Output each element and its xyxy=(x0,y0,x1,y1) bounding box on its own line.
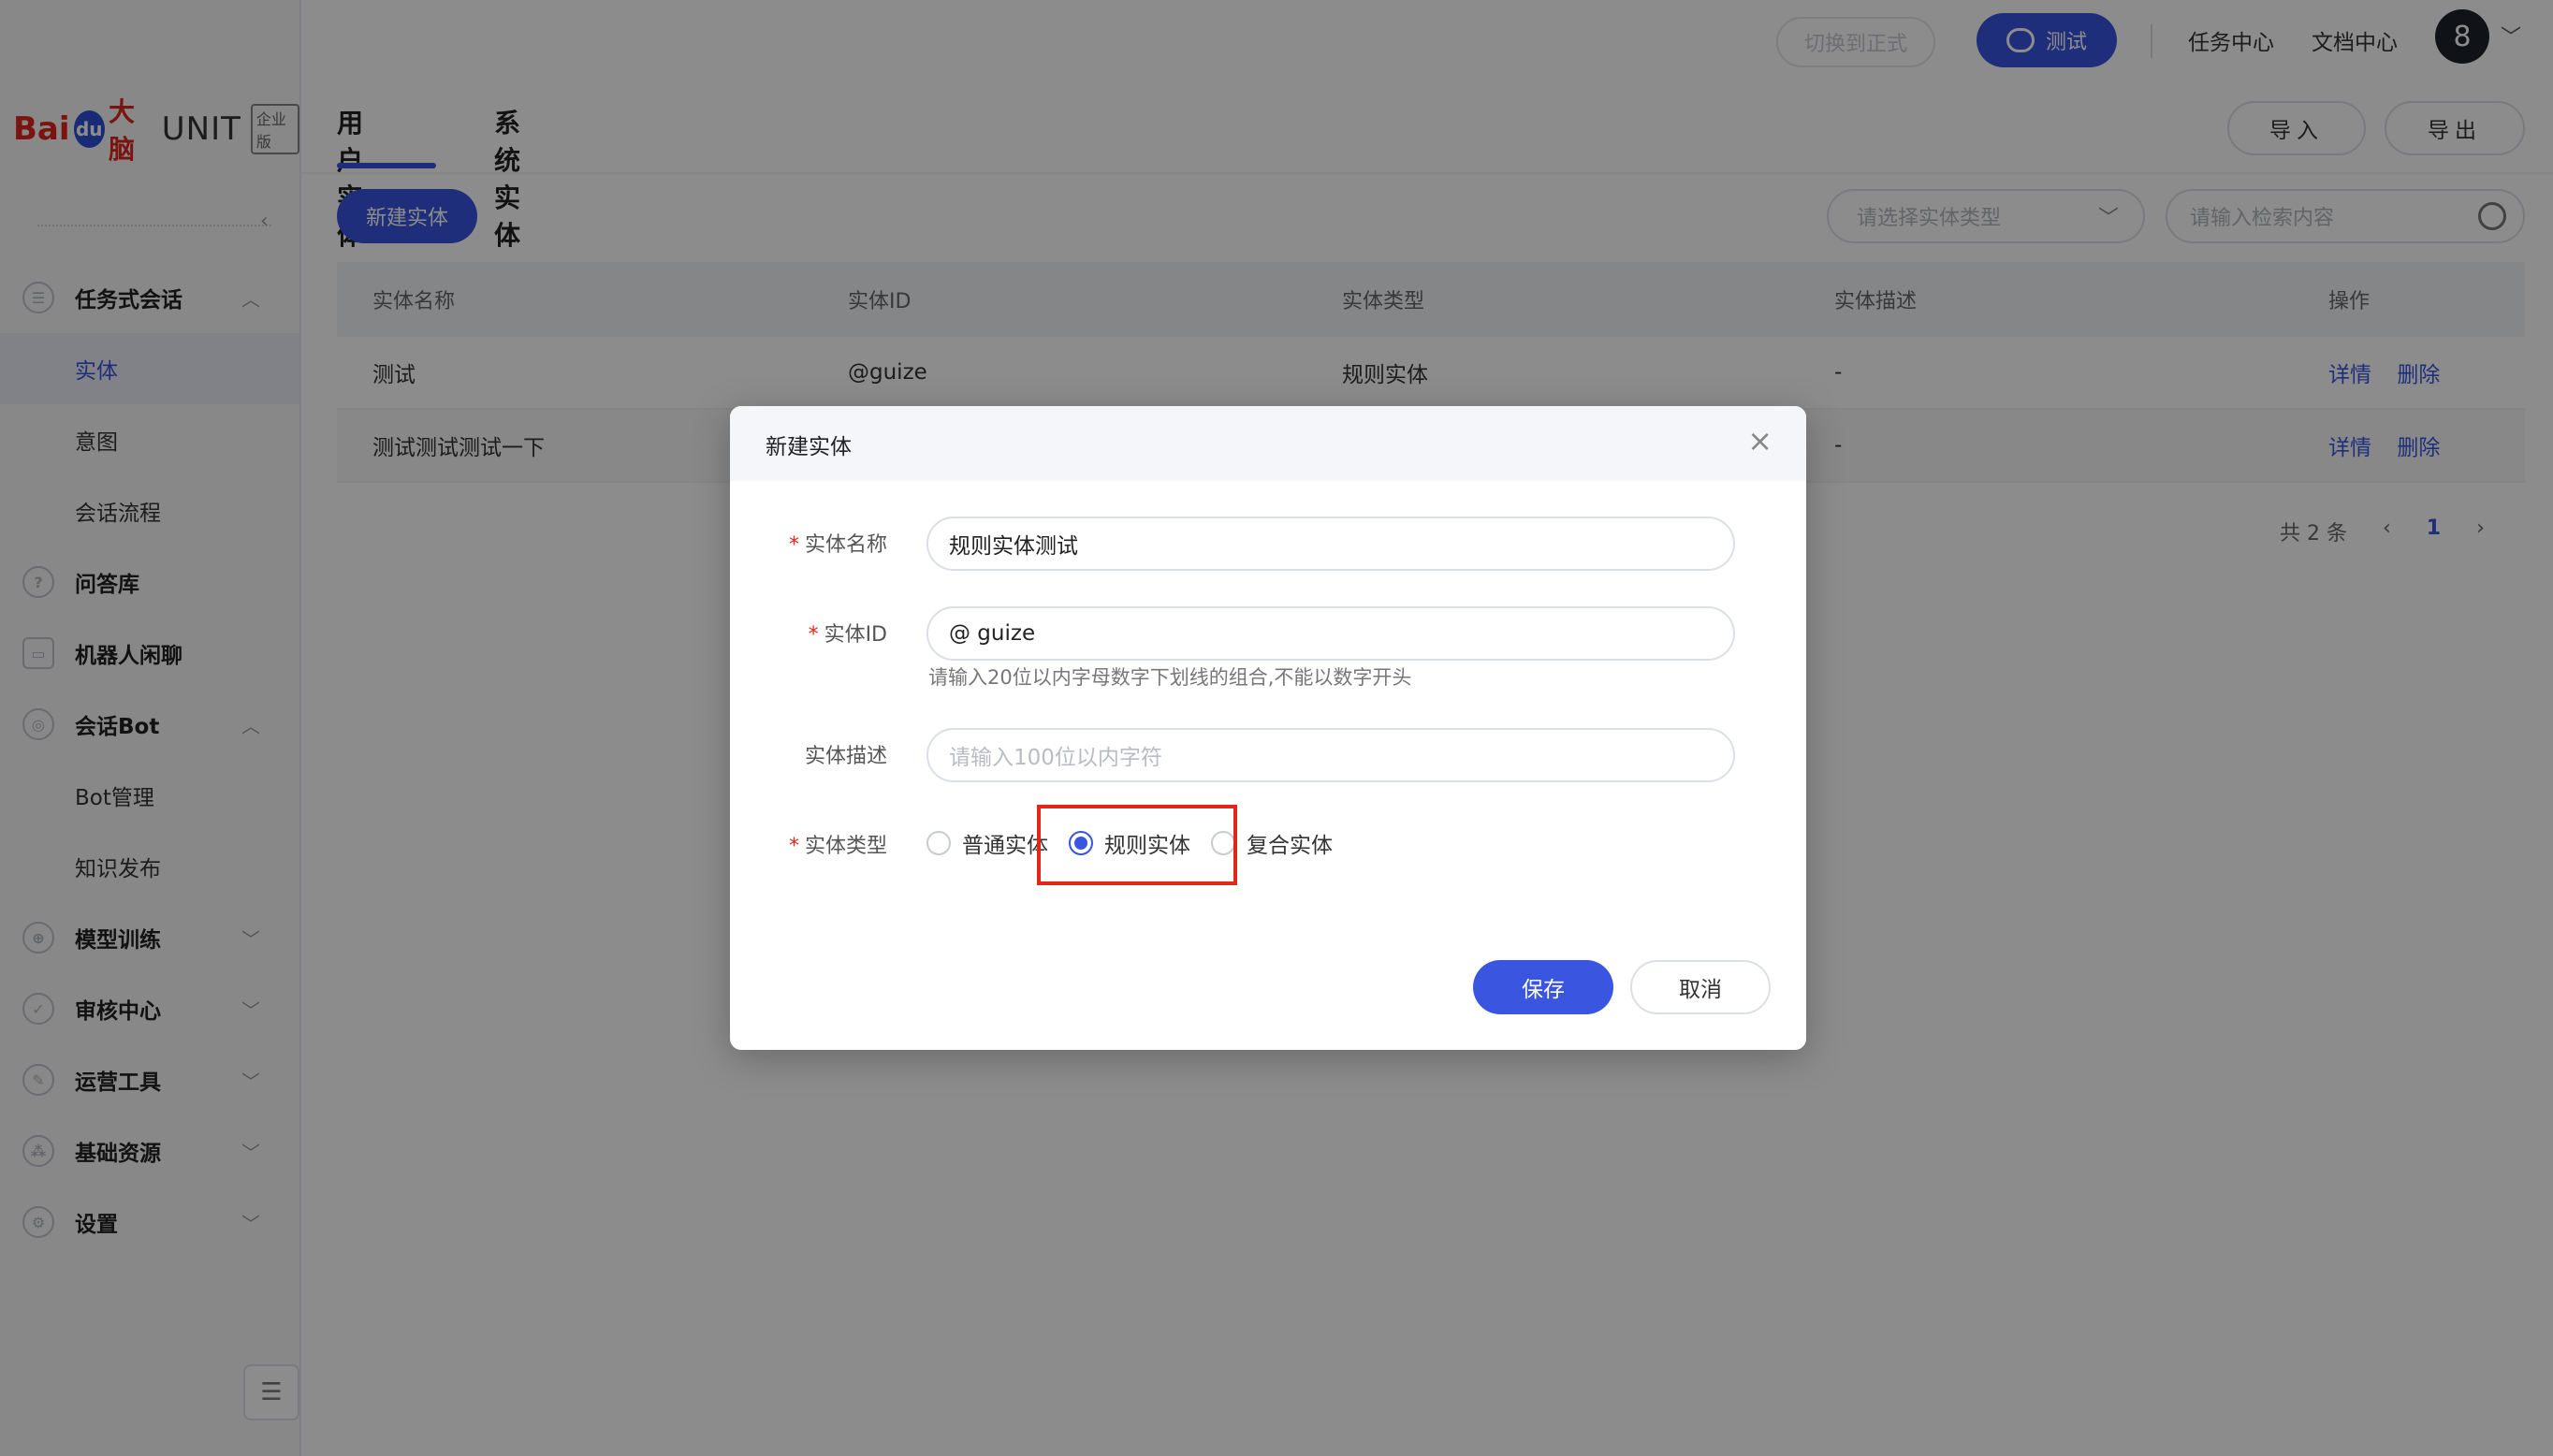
field-label: 实体描述 xyxy=(804,745,887,768)
close-icon[interactable]: × xyxy=(1747,423,1773,459)
annotation-highlight-box xyxy=(1037,805,1237,885)
radio-label: 普通实体 xyxy=(962,834,1048,858)
cancel-button[interactable]: 取消 xyxy=(1630,960,1771,1014)
field-label-text: 实体ID xyxy=(824,623,887,647)
entity-id-hint: 请输入20位以内字母数字下划线的组合,不能以数字开头 xyxy=(928,666,1412,689)
dialog-header: 新建实体 × xyxy=(730,406,1806,481)
save-button[interactable]: 保存 xyxy=(1473,960,1613,1014)
new-entity-dialog: 新建实体 × * 实体名称 规则实体测试 * 实体ID @ guize 请输入20位… xyxy=(730,406,1806,1050)
radio-label: 复合实体 xyxy=(1247,834,1333,858)
field-label: * 实体名称 xyxy=(788,533,887,557)
radio-circle xyxy=(926,831,951,855)
entity-name-input[interactable]: 规则实体测试 xyxy=(926,517,1735,571)
entity-desc-input[interactable]: 请输入100位以内字符 xyxy=(926,728,1735,782)
dialog-title: 新建实体 xyxy=(766,435,852,459)
field-label: * 实体类型 xyxy=(788,835,887,858)
field-label-text: 实体名称 xyxy=(804,533,887,557)
radio-normal-entity[interactable]: 普通实体 xyxy=(926,827,1048,859)
field-label-text: 实体类型 xyxy=(804,835,887,858)
field-label: * 实体ID xyxy=(808,623,887,647)
entity-id-input[interactable]: @ guize xyxy=(926,606,1735,661)
